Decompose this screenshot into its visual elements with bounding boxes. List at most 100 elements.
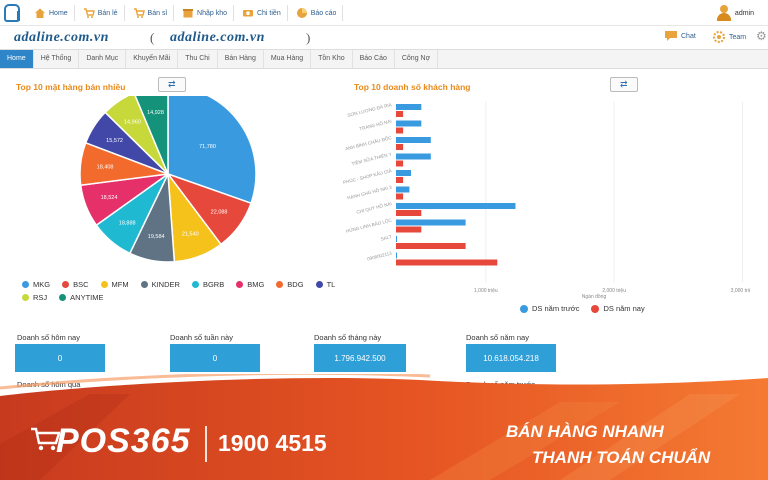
bar-category-label: HẠNH GHG HỒ NAI 3 <box>346 184 392 201</box>
bar-prev-9[interactable] <box>396 252 397 259</box>
pie-chart: 71,780 22,088 21,540 19,584 18,888 18,524 18,4… <box>79 96 257 263</box>
pie-legend-item-mkg[interactable]: MKG <box>22 280 50 289</box>
cart-icon <box>83 8 95 18</box>
bar-prev-7[interactable] <box>396 219 466 226</box>
menu-reports[interactable]: Báo Cáo <box>353 50 395 68</box>
bar-prev-4[interactable] <box>396 170 411 176</box>
topnav-import[interactable]: Nhập kho <box>176 5 234 21</box>
stat-value-week: 0 <box>170 344 260 372</box>
topnav-report[interactable]: Báo cáo <box>290 5 344 21</box>
bar-curr-8[interactable] <box>396 243 466 249</box>
brand-name: POS365 <box>56 422 191 460</box>
legend-swatch <box>22 294 29 301</box>
pie-data-label: 19,584 <box>148 234 165 240</box>
slogan-line-1: BÁN HÀNG NHANH <box>506 422 664 441</box>
pie-legend-item-anytime[interactable]: ANYTIME <box>59 293 104 302</box>
bar-category-label: ANH BÌNH CHÂU ĐỐC <box>344 134 392 152</box>
topnav-report-label: Báo cáo <box>310 9 337 17</box>
legend-label: MFM <box>111 280 129 289</box>
bar-prev-1[interactable] <box>396 120 422 127</box>
chat-label: Chat <box>681 32 696 40</box>
pie-legend-item-bdg[interactable]: BDG <box>276 280 304 289</box>
bar-legend-item: DS năm nay <box>591 304 645 313</box>
bar-refresh-button[interactable]: ⇄ <box>610 77 638 92</box>
chat-button[interactable]: Chat <box>664 30 696 42</box>
pie-legend-item-kinder[interactable]: KINDER <box>140 280 180 289</box>
paren-open: ( <box>150 30 155 45</box>
pie-legend: MKG BSC MFM KINDER BGRB BMG BDG TL RSJ ANYTIME <box>22 280 342 306</box>
stat-value-year: 10.618.054.218 <box>466 344 556 372</box>
pie-data-label: 18,888 <box>119 221 136 227</box>
legend-swatch <box>591 304 600 313</box>
bar-curr-1[interactable] <box>396 127 404 134</box>
pie-data-label: 18,408 <box>97 165 114 171</box>
bar-prev-6[interactable] <box>396 203 516 209</box>
bar-category-label: TIỆM SỮA THIÊN Y <box>350 150 392 167</box>
menu-promotion[interactable]: Khuyến Mãi <box>126 50 179 68</box>
legend-swatch <box>140 281 148 288</box>
topnav-expense-label: Chi tiền <box>256 9 281 17</box>
promo-banner: POS365 1900 4515 BÁN HÀNG NHANH THANH TO… <box>0 374 768 480</box>
pie-data-label: 15,572 <box>106 138 123 144</box>
legend-label: BGRB <box>202 280 225 289</box>
menu-sales[interactable]: Bán Hàng <box>218 50 264 68</box>
bar-prev-8[interactable] <box>396 236 397 242</box>
settings-gear-icon[interactable]: ⚙ <box>756 29 767 43</box>
home-icon <box>35 8 45 18</box>
bar-category-label: SALT <box>380 234 392 242</box>
menu-home[interactable]: Home <box>0 50 34 68</box>
bar-category-label: CHỊ QUÝ HỒ NAI <box>356 200 393 215</box>
bar-curr-2[interactable] <box>396 144 404 150</box>
menu-inventory[interactable]: Tồn Kho <box>311 50 353 68</box>
bar-legend-item: DS năm trước <box>520 304 579 313</box>
team-button[interactable]: Team <box>712 30 746 44</box>
stat-value-month: 1.796.942.500 <box>314 344 406 372</box>
stat-label-today: Doanh số hôm nay <box>17 333 80 342</box>
pie-legend-item-bmg[interactable]: BMG <box>236 280 264 289</box>
pie-legend-item-bsc[interactable]: BSC <box>62 280 89 289</box>
domain-name-secondary: adaline.com.vn <box>170 30 265 45</box>
topnav-home[interactable]: Home <box>28 5 75 21</box>
bar-category-label: 0908002113 <box>367 251 393 262</box>
topnav-retail[interactable]: Bán lẻ <box>77 5 125 21</box>
stat-value-today: 0 <box>15 344 105 372</box>
bar-prev-0[interactable] <box>396 104 422 110</box>
cart-icon <box>133 8 145 18</box>
bar-curr-5[interactable] <box>396 193 404 200</box>
topnav-wholesale[interactable]: Bán sỉ <box>127 5 175 21</box>
bar-prev-2[interactable] <box>396 137 431 143</box>
bar-category-label: PHÚC - SHOP KÂU GIẢ <box>342 167 393 185</box>
menu-catalog[interactable]: Danh Mục <box>79 50 127 68</box>
topnav-home-label: Home <box>49 9 68 17</box>
menu-system[interactable]: Hệ Thống <box>34 50 80 68</box>
bar-curr-0[interactable] <box>396 111 404 117</box>
app-window: Home Bán lẻ Bán sỉ Nhập kho Chi tiền Báo… <box>0 0 768 480</box>
legend-label: RSJ <box>33 293 48 302</box>
pie-legend-item-bgrb[interactable]: BGRB <box>191 280 225 289</box>
bar-legend-label-prev: DS năm trước <box>532 304 580 313</box>
pie-legend-item-rsj[interactable]: RSJ <box>22 293 47 302</box>
bar-prev-5[interactable] <box>396 186 410 193</box>
bar-curr-9[interactable] <box>396 259 498 266</box>
box-icon <box>183 9 194 18</box>
pie-refresh-button[interactable]: ⇄ <box>158 77 186 92</box>
user-menu[interactable]: admin <box>716 5 754 21</box>
bar-curr-3[interactable] <box>396 160 404 167</box>
bar-curr-6[interactable] <box>396 210 422 216</box>
bar-prev-3[interactable] <box>396 153 431 160</box>
legend-label: BMG <box>247 280 265 289</box>
topnav-expense[interactable]: Chi tiền <box>236 5 288 21</box>
menu-debt[interactable]: Công Nợ <box>395 50 439 68</box>
menu-income-expense[interactable]: Thu Chi <box>178 50 218 68</box>
pie-data-label: 21,540 <box>182 231 199 237</box>
bar-x-unit-label: Ngàn đồng <box>582 294 607 300</box>
menu-purchase[interactable]: Mua Hàng <box>264 50 312 68</box>
bar-curr-4[interactable] <box>396 177 404 183</box>
bar-curr-7[interactable] <box>396 226 422 233</box>
bar-category-label: SƠN LƯƠNG ĐÀ RIA <box>347 101 394 118</box>
pie-legend-item-mfm[interactable]: MFM <box>100 280 129 289</box>
team-label: Team <box>729 33 747 41</box>
top-nav: Home Bán lẻ Bán sỉ Nhập kho Chi tiền Báo… <box>28 5 344 21</box>
paren-close: ) <box>306 30 311 45</box>
app-logo-icon[interactable] <box>4 4 20 22</box>
